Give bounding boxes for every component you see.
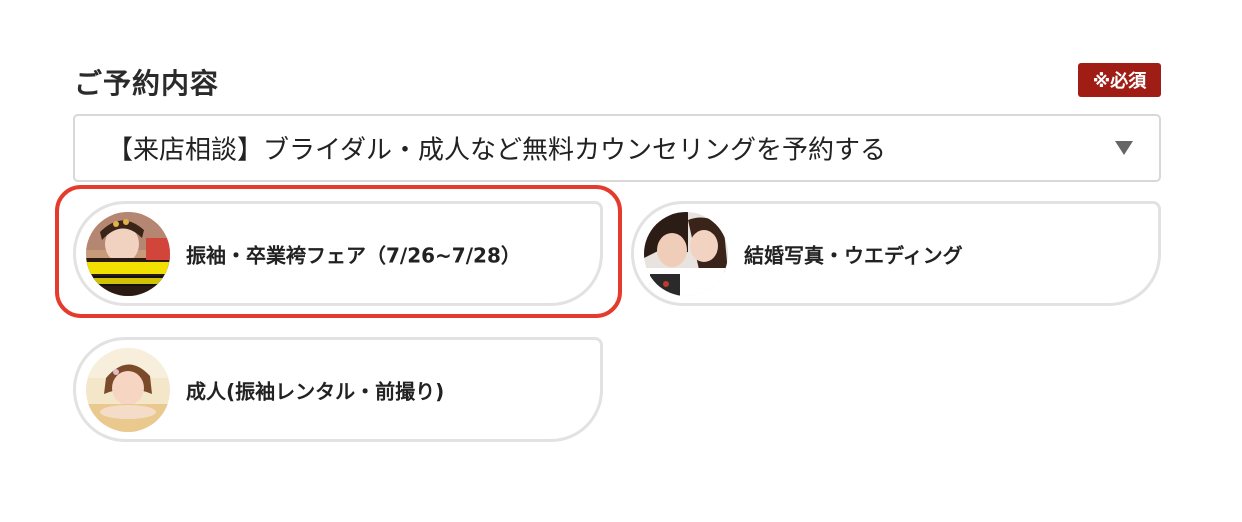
select-value: 【来店相談】ブライダル・成人など無料カウンセリングを予約する — [107, 135, 886, 166]
option-thumbnail — [644, 211, 728, 296]
option-label: 成人(振袖レンタル・前撮り) — [186, 379, 445, 403]
option-label: 結婚写真・ウエディング — [744, 243, 963, 267]
option-thumbnail — [86, 347, 170, 432]
section-title: ご予約内容 — [74, 67, 220, 100]
option-coming-of-age[interactable]: 成人(振袖レンタル・前撮り) — [73, 337, 603, 442]
required-badge: ※必須 — [1078, 63, 1161, 97]
chevron-down-icon — [1115, 141, 1133, 155]
option-wedding-photo[interactable]: 結婚写真・ウエディング — [631, 201, 1161, 306]
reservation-type-select[interactable]: 【来店相談】ブライダル・成人など無料カウンセリングを予約する — [73, 114, 1161, 182]
selected-option-highlight — [55, 185, 622, 318]
